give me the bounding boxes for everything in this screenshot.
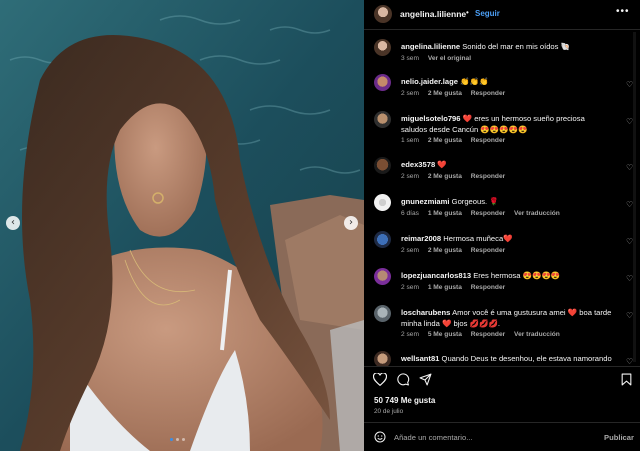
see-original-link[interactable]: Ver el original — [428, 55, 471, 62]
reply-button[interactable]: Responder — [471, 137, 505, 144]
reply-button[interactable]: Responder — [471, 210, 505, 217]
bookmark-icon[interactable] — [621, 373, 632, 386]
avatar[interactable] — [374, 157, 391, 174]
comment-username[interactable]: nelio.jaider.lage — [401, 77, 458, 86]
comment-text: ❤️ — [437, 160, 447, 169]
post-actions: 50 749 Me gusta 20 de julio — [364, 366, 640, 421]
like-heart-icon[interactable] — [373, 373, 387, 386]
avatar[interactable] — [374, 39, 391, 56]
post-media[interactable]: ‹ › — [0, 0, 364, 451]
emoji-icon[interactable] — [374, 431, 386, 443]
comment-username[interactable]: edex3578 — [401, 160, 435, 169]
comment-likes[interactable]: 2 Me gusta — [428, 90, 462, 97]
publish-button[interactable]: Publicar — [604, 433, 634, 442]
comment-time[interactable]: 6 días — [401, 210, 419, 217]
comment-username[interactable]: reimar2008 — [401, 234, 441, 243]
comment-likes[interactable]: 1 Me gusta — [428, 210, 462, 217]
post-details-panel: angelina.lilienne • Seguir ••• angelina.… — [364, 0, 640, 451]
translate-link[interactable]: Ver traducción — [514, 331, 560, 338]
avatar[interactable] — [374, 194, 391, 211]
author-username[interactable]: angelina.lilienne — [400, 9, 466, 19]
reply-button[interactable]: Responder — [471, 247, 505, 254]
caption-username[interactable]: angelina.lilienne — [401, 42, 460, 51]
comment-likes[interactable]: 2 Me gusta — [428, 137, 462, 144]
post-header: angelina.lilienne • Seguir ••• — [364, 0, 640, 30]
comment-time[interactable]: 2 sem — [401, 173, 419, 180]
comment-username[interactable]: gnunezmiami — [401, 197, 450, 206]
comment-username[interactable]: lopezjuancarlos813 — [401, 271, 471, 280]
avatar[interactable] — [374, 305, 391, 322]
reply-button[interactable]: Responder — [471, 173, 505, 180]
separator-dot: • — [466, 8, 469, 17]
post-date[interactable]: 20 de julio — [374, 408, 403, 415]
comment-time[interactable]: 1 sem — [401, 137, 419, 144]
comment-text: Eres hermosa 😍😍😍😍 — [473, 271, 561, 280]
carousel-dot — [176, 438, 179, 441]
comment-text: Hermosa muñeca❤️ — [443, 234, 513, 243]
comment-likes[interactable]: 2 Me gusta — [428, 173, 462, 180]
comment-likes[interactable]: 5 Me gusta — [428, 331, 462, 338]
reply-button[interactable]: Responder — [471, 331, 505, 338]
comment-username[interactable]: miguelsotelo796 — [401, 114, 461, 123]
follow-button[interactable]: Seguir — [475, 9, 500, 18]
comment-time[interactable]: 2 sem — [401, 331, 419, 338]
more-horizontal-icon[interactable]: ••• — [616, 6, 630, 17]
carousel-dot — [170, 438, 173, 441]
avatar[interactable] — [374, 5, 392, 23]
comment-username[interactable]: wellsant81 — [401, 354, 439, 363]
scrollbar[interactable] — [633, 32, 636, 362]
comment-likes[interactable]: 1 Me gusta — [428, 284, 462, 291]
comment-time[interactable]: 2 sem — [401, 90, 419, 97]
avatar[interactable] — [374, 111, 391, 128]
post-photo — [0, 0, 364, 451]
comment-text: Gorgeous. 🌹 — [451, 197, 499, 206]
reply-button[interactable]: Responder — [471, 284, 505, 291]
comment-text: 👏👏👏 — [460, 77, 489, 86]
carousel-indicator — [170, 438, 185, 441]
avatar[interactable] — [374, 231, 391, 248]
comment-icon[interactable] — [396, 373, 410, 386]
comment-input[interactable] — [394, 430, 594, 444]
carousel-dot — [182, 438, 185, 441]
like-count[interactable]: 50 749 Me gusta — [374, 396, 435, 405]
reply-button[interactable]: Responder — [471, 90, 505, 97]
chevron-left-icon[interactable]: ‹ — [6, 216, 20, 230]
comment-likes[interactable]: 2 Me gusta — [428, 247, 462, 254]
comment-username[interactable]: loscharubens — [401, 308, 450, 317]
comment-composer: Publicar — [364, 422, 640, 451]
caption-text: Sonido del mar en mis oídos 🐚 — [462, 42, 571, 51]
avatar[interactable] — [374, 351, 391, 366]
comments-list[interactable]: angelina.lilienne Sonido del mar en mis … — [364, 31, 640, 366]
comment-time[interactable]: 2 sem — [401, 247, 419, 254]
comment-text: Quando Deus te desenhou, ele estava namo… — [441, 354, 612, 363]
chevron-right-icon[interactable]: › — [344, 216, 358, 230]
translate-link[interactable]: Ver traducción — [514, 210, 560, 217]
caption-time[interactable]: 3 sem — [401, 55, 419, 62]
avatar[interactable] — [374, 74, 391, 91]
avatar[interactable] — [374, 268, 391, 285]
share-icon[interactable] — [419, 373, 432, 386]
comment-time[interactable]: 2 sem — [401, 284, 419, 291]
